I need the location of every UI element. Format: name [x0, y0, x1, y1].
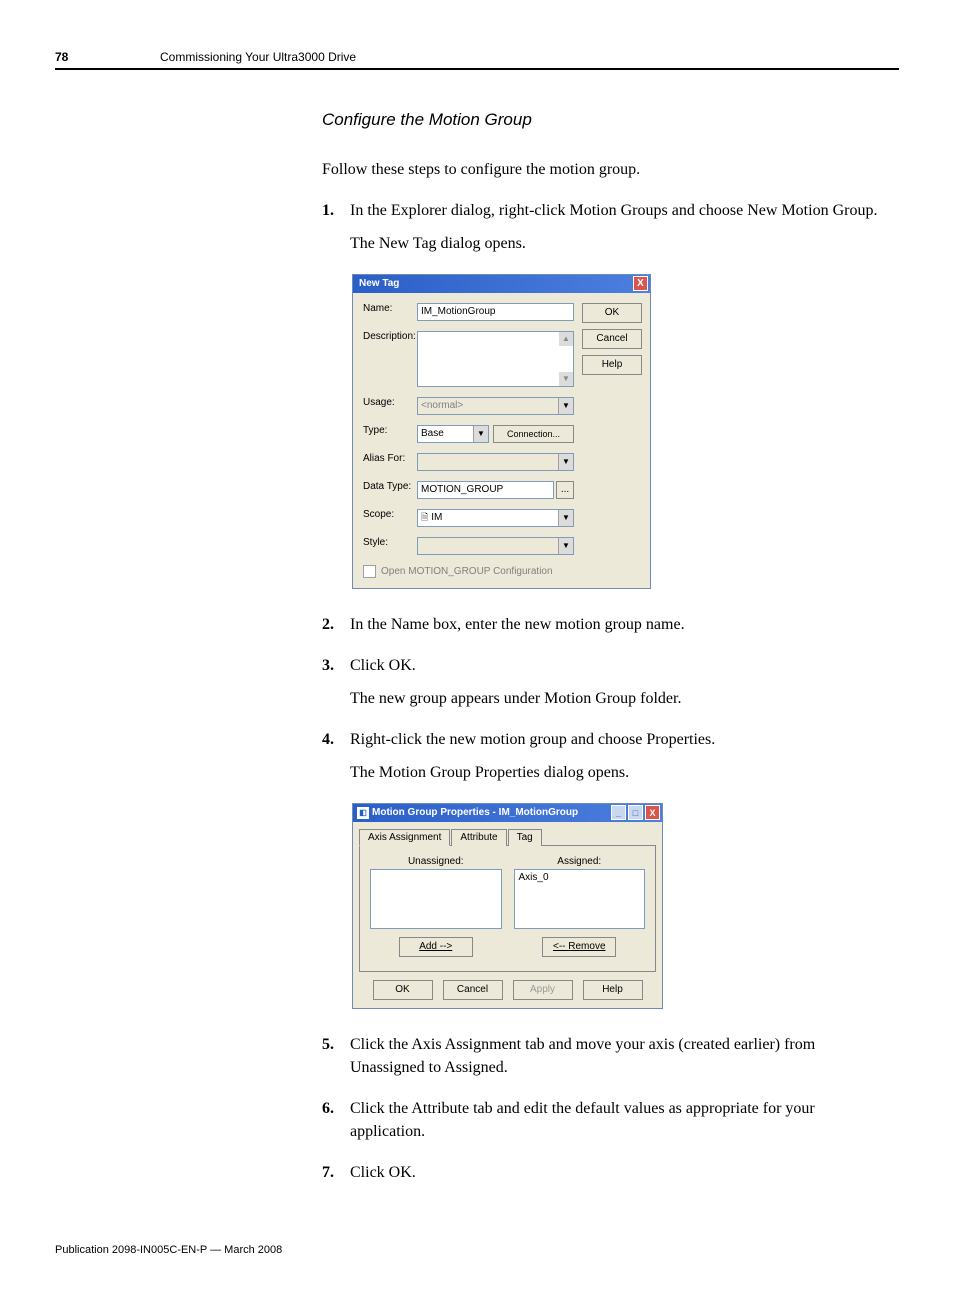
tab-tag[interactable]: Tag: [508, 829, 542, 846]
add-button[interactable]: Add -->: [399, 937, 473, 957]
usage-label: Usage:: [363, 397, 417, 408]
caret-up-icon[interactable]: ▲: [559, 332, 573, 346]
unassigned-list[interactable]: [370, 869, 502, 929]
caret-down-icon[interactable]: ▼: [559, 372, 573, 386]
scope-label: Scope:: [363, 509, 417, 520]
maximize-icon[interactable]: □: [628, 805, 643, 820]
step-number: 1.: [322, 199, 350, 255]
dialog-title: Motion Group Properties - IM_MotionGroup: [369, 807, 611, 818]
intro-paragraph: Follow these steps to configure the moti…: [322, 158, 882, 181]
list-item[interactable]: Axis_0: [519, 872, 549, 883]
tab-attribute[interactable]: Attribute: [451, 829, 506, 846]
motion-group-properties-dialog: ◧ Motion Group Properties - IM_MotionGro…: [352, 803, 663, 1009]
publication-footer: Publication 2098-IN005C-EN-P — March 200…: [55, 1244, 899, 1256]
assigned-label: Assigned:: [514, 856, 646, 867]
chevron-down-icon: ▼: [558, 398, 573, 414]
chevron-down-icon: ▼: [558, 454, 573, 470]
ok-button[interactable]: OK: [373, 980, 433, 1000]
step-subtext: The New Tag dialog opens.: [350, 232, 882, 255]
app-icon: ◧: [357, 807, 369, 819]
dialog-titlebar[interactable]: New Tag X: [353, 275, 650, 293]
alias-for-label: Alias For:: [363, 453, 417, 464]
open-config-checkbox[interactable]: [363, 565, 376, 578]
help-button[interactable]: Help: [583, 980, 643, 1000]
remove-button[interactable]: <-- Remove: [542, 937, 616, 957]
page-number: 78: [55, 50, 160, 64]
step-number: 3.: [322, 654, 350, 710]
step-number: 7.: [322, 1161, 350, 1184]
style-label: Style:: [363, 537, 417, 548]
description-label: Description:: [363, 331, 417, 342]
new-tag-dialog: New Tag X Name: IM_MotionGroup Descripti…: [352, 274, 651, 589]
data-type-label: Data Type:: [363, 481, 417, 492]
help-button[interactable]: Help: [582, 355, 642, 375]
chevron-down-icon[interactable]: ▼: [473, 426, 488, 442]
browse-button[interactable]: ...: [556, 481, 574, 499]
name-field[interactable]: IM_MotionGroup: [417, 303, 574, 321]
usage-dropdown: <normal> ▼: [417, 397, 574, 415]
type-label: Type:: [363, 425, 417, 436]
step-number: 2.: [322, 613, 350, 636]
step-text: Click the Attribute tab and edit the def…: [350, 1100, 815, 1140]
type-dropdown[interactable]: Base ▼: [417, 425, 489, 443]
page-header: 78 Commissioning Your Ultra3000 Drive: [55, 50, 899, 70]
dialog-titlebar[interactable]: ◧ Motion Group Properties - IM_MotionGro…: [353, 804, 662, 822]
tab-axis-assignment[interactable]: Axis Assignment: [359, 829, 450, 846]
step-text: Click the Axis Assignment tab and move y…: [350, 1036, 815, 1076]
close-icon[interactable]: X: [633, 276, 648, 291]
chapter-title: Commissioning Your Ultra3000 Drive: [160, 50, 356, 64]
description-field[interactable]: ▲ ▼: [417, 331, 574, 387]
controller-icon: 🗎: [421, 510, 428, 526]
ok-button[interactable]: OK: [582, 303, 642, 323]
step-text: In the Explorer dialog, right-click Moti…: [350, 202, 877, 219]
step-text: Click OK.: [350, 1164, 416, 1181]
checkbox-label: Open MOTION_GROUP Configuration: [381, 566, 553, 577]
step-text: Click OK.: [350, 657, 416, 674]
chevron-down-icon[interactable]: ▼: [558, 510, 573, 526]
cancel-button[interactable]: Cancel: [443, 980, 503, 1000]
step-text: In the Name box, enter the new motion gr…: [350, 616, 685, 633]
cancel-button[interactable]: Cancel: [582, 329, 642, 349]
alias-for-dropdown: ▼: [417, 453, 574, 471]
step-number: 6.: [322, 1097, 350, 1143]
unassigned-label: Unassigned:: [370, 856, 502, 867]
apply-button: Apply: [513, 980, 573, 1000]
connection-button: Connection...: [493, 425, 574, 443]
section-title: Configure the Motion Group: [322, 110, 882, 130]
assigned-list[interactable]: Axis_0: [514, 869, 646, 929]
step-subtext: The new group appears under Motion Group…: [350, 687, 882, 710]
close-icon[interactable]: X: [645, 805, 660, 820]
step-number: 4.: [322, 728, 350, 784]
style-dropdown: ▼: [417, 537, 574, 555]
step-subtext: The Motion Group Properties dialog opens…: [350, 761, 882, 784]
chevron-down-icon: ▼: [558, 538, 573, 554]
minimize-icon[interactable]: _: [611, 805, 626, 820]
data-type-field[interactable]: MOTION_GROUP: [417, 481, 554, 499]
name-label: Name:: [363, 303, 417, 314]
dialog-title: New Tag: [359, 278, 399, 289]
step-text: Right-click the new motion group and cho…: [350, 731, 715, 748]
scope-dropdown[interactable]: 🗎IM ▼: [417, 509, 574, 527]
step-number: 5.: [322, 1033, 350, 1079]
